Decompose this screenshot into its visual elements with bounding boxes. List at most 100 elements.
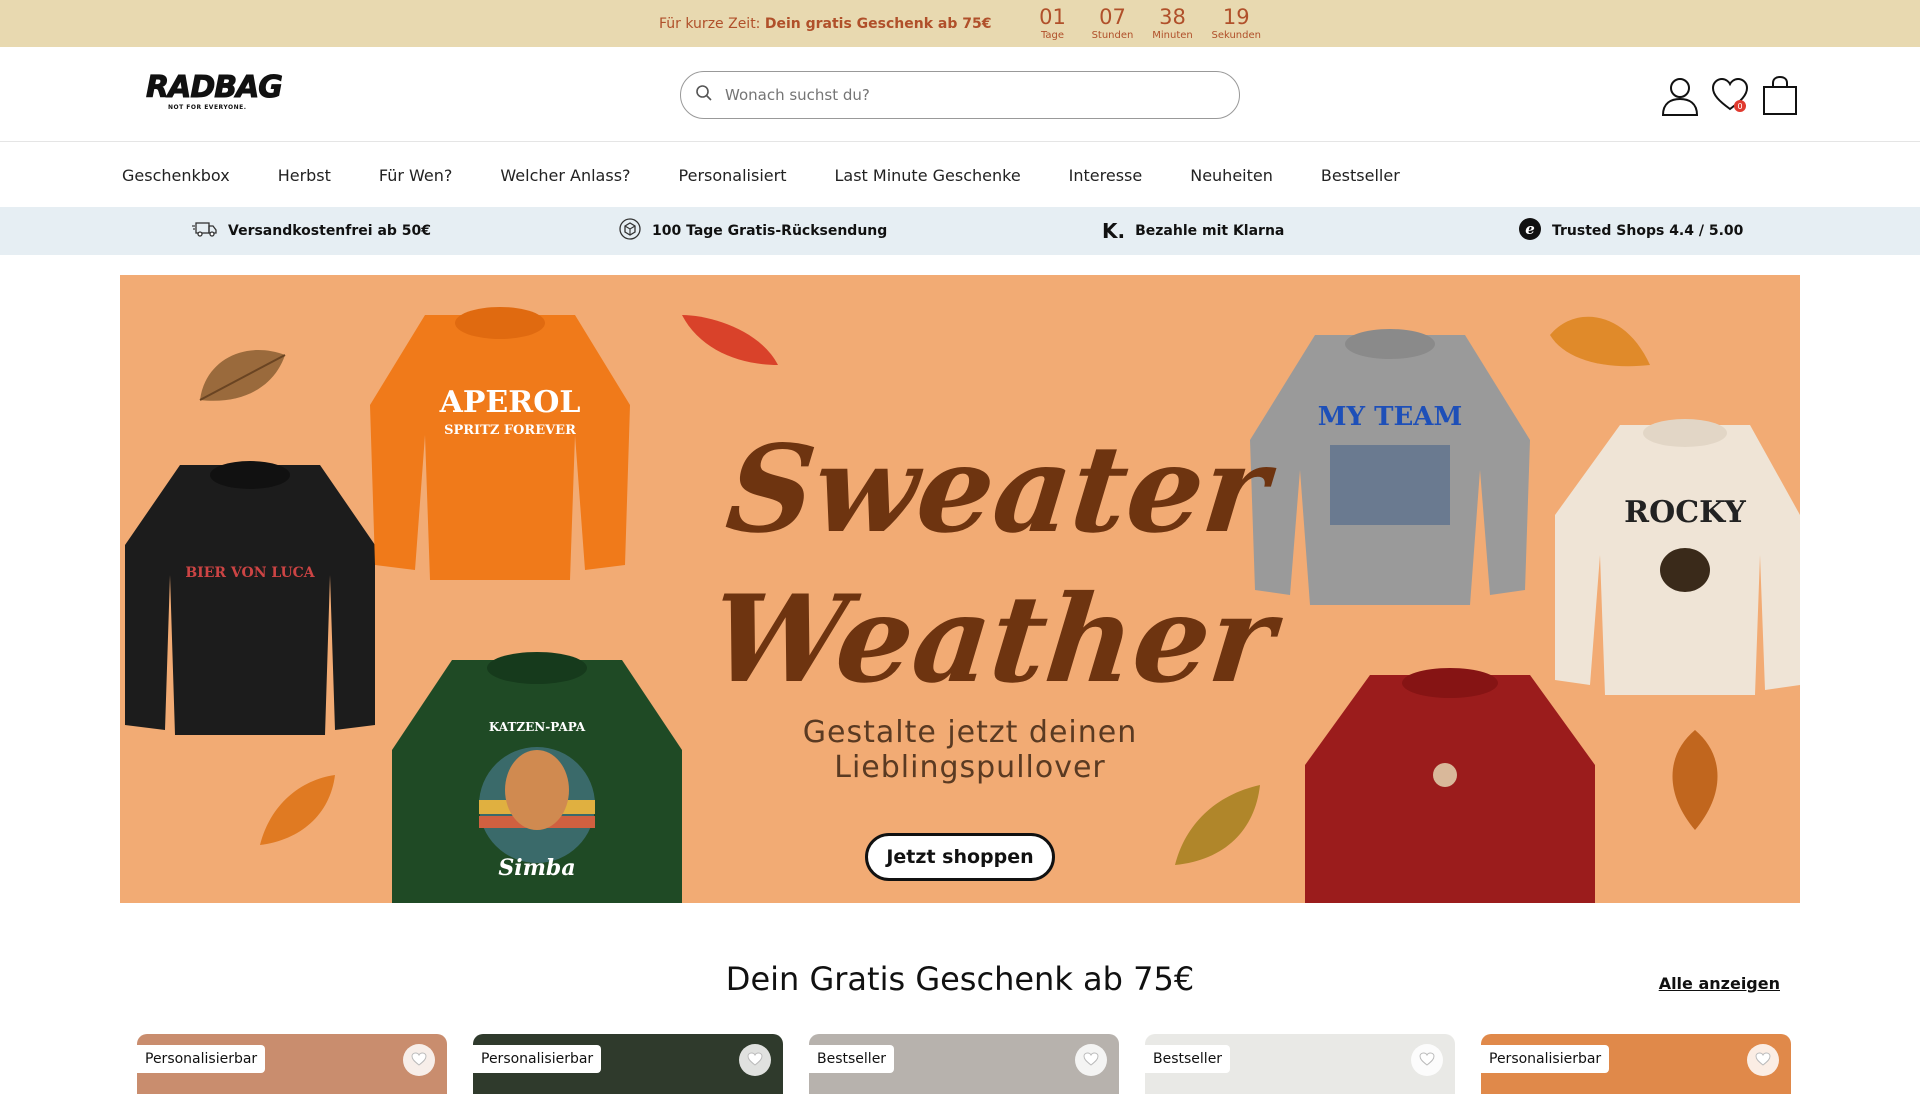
timer-label: Stunden [1091, 30, 1134, 41]
nav-item-herbst[interactable]: Herbst [278, 166, 331, 185]
wishlist-heart-button[interactable] [1411, 1044, 1443, 1076]
search-input[interactable] [725, 86, 1205, 104]
usp-trusted-shops: e Trusted Shops 4.4 / 5.00 [1518, 217, 1743, 245]
timer-label: Minuten [1152, 30, 1193, 41]
product-tag: Personalisierbar [1481, 1045, 1610, 1073]
svg-text:e: e [1525, 220, 1535, 238]
heart-icon [747, 1051, 763, 1070]
hero-title-line: Weather [704, 569, 1281, 710]
site-header: RADBAG NOT FOR EVERYONE. 0 [0, 47, 1920, 142]
nav-item-geschenkbox[interactable]: Geschenkbox [122, 166, 230, 185]
promo-bar: Für kurze Zeit: Dein gratis Geschenk ab … [0, 0, 1920, 47]
timer-days: 01 Tage [1031, 6, 1073, 41]
timer-value: 38 [1159, 5, 1186, 29]
user-icon[interactable] [1660, 75, 1700, 117]
search-icon [695, 84, 713, 106]
wishlist-heart-button[interactable] [1747, 1044, 1779, 1076]
sweater-black: BIER VON LUCA [120, 455, 380, 740]
sweater-subtext: Simba [498, 855, 576, 881]
sweater-green: KATZEN-PAPA Simba [382, 650, 692, 903]
promo-highlight: Dein gratis Geschenk ab 75€ [764, 15, 992, 32]
product-tag: Bestseller [1145, 1045, 1231, 1073]
usp-label: Versandkostenfrei ab 50€ [228, 223, 432, 239]
usp-shipping: Versandkostenfrei ab 50€ [192, 220, 431, 242]
product-card[interactable]: Personalisierbar [137, 1034, 447, 1094]
promo-prefix: Für kurze Zeit: [659, 15, 761, 32]
hero-title: Sweater Weather [704, 415, 1281, 715]
timer-hours: 07 Stunden [1091, 5, 1134, 41]
countdown-timer: 01 Tage 07 Stunden 38 Minuten 19 Sekunde… [1031, 6, 1261, 41]
leaf-decoration [1672, 730, 1718, 830]
timer-label: Sekunden [1211, 30, 1261, 41]
product-card[interactable]: Bestseller [809, 1034, 1119, 1094]
sweater-text: APEROL [439, 385, 581, 420]
nav-item-bestseller[interactable]: Bestseller [1321, 166, 1400, 185]
leaf-decoration [199, 350, 286, 401]
search-bar[interactable] [680, 71, 1240, 119]
nav-item-interesse[interactable]: Interesse [1069, 166, 1143, 185]
product-tag: Bestseller [809, 1045, 895, 1073]
header-actions: 0 [1660, 75, 1800, 117]
truck-icon [192, 220, 218, 242]
hero-banner[interactable]: BIER VON LUCA APEROL SPRITZ FOREVER KATZ… [120, 275, 1800, 903]
usp-klarna: K. Bezahle mit Klarna [1102, 219, 1284, 243]
leaf-decoration [1175, 785, 1260, 865]
sweater-cream: ROCKY [1550, 415, 1800, 695]
sweater-red [1300, 665, 1600, 903]
promo-text: Für kurze Zeit: Dein gratis Geschenk ab … [659, 16, 991, 32]
leaf-decoration [1550, 316, 1650, 367]
nav-item-neuheiten[interactable]: Neuheiten [1190, 166, 1273, 185]
timer-value: 19 [1222, 5, 1250, 29]
sweater-text: KATZEN-PAPA [488, 720, 586, 734]
usp-bar: Versandkostenfrei ab 50€ 100 Tage Gratis… [0, 207, 1920, 255]
heart-icon [411, 1051, 427, 1070]
logo-tagline: NOT FOR EVERYONE. [168, 104, 247, 111]
usp-returns: 100 Tage Gratis-Rücksendung [618, 217, 887, 245]
nav-item-personalisiert[interactable]: Personalisiert [679, 166, 787, 185]
heart-icon [1083, 1051, 1099, 1070]
klarna-icon: K. [1102, 219, 1126, 243]
product-tag: Personalisierbar [137, 1045, 266, 1073]
product-card[interactable]: Bestseller [1145, 1034, 1455, 1094]
timer-label: Tage [1040, 30, 1065, 41]
wishlist-heart-button[interactable] [739, 1044, 771, 1076]
leaf-decoration [682, 315, 778, 365]
return-box-icon [618, 217, 642, 245]
usp-label: Trusted Shops 4.4 / 5.00 [1552, 223, 1744, 239]
logo-text: RADBAG [146, 70, 284, 105]
usp-label: Bezahle mit Klarna [1135, 223, 1285, 239]
usp-label: 100 Tage Gratis-Rücksendung [652, 223, 888, 239]
hero-title-line: Sweater [720, 419, 1275, 560]
wishlist-heart-button[interactable] [403, 1044, 435, 1076]
heart-icon [1755, 1051, 1771, 1070]
nav-item-last-minute[interactable]: Last Minute Geschenke [834, 166, 1020, 185]
shop-now-button[interactable]: Jetzt shoppen [865, 833, 1055, 881]
sweater-text: ROCKY [1624, 495, 1746, 530]
timer-seconds: 19 Sekunden [1211, 6, 1261, 41]
product-tag: Personalisierbar [473, 1045, 602, 1073]
leaf-decoration [260, 775, 335, 845]
sweater-orange: APEROL SPRITZ FOREVER [365, 295, 635, 585]
timer-value: 07 [1099, 5, 1126, 29]
wishlist-count-badge: 0 [1734, 100, 1746, 112]
sweater-text: BIER VON LUCA [185, 565, 315, 581]
wishlist-button[interactable]: 0 [1710, 75, 1750, 117]
nav-item-anlass[interactable]: Welcher Anlass? [500, 166, 630, 185]
product-card-row: Personalisierbar Personalisierbar Bestse… [137, 1034, 1791, 1094]
shopping-bag-icon[interactable] [1760, 75, 1800, 117]
heart-icon [1419, 1051, 1435, 1070]
product-card[interactable]: Personalisierbar [1481, 1034, 1791, 1094]
trusted-shops-icon: e [1518, 217, 1542, 245]
product-card[interactable]: Personalisierbar [473, 1034, 783, 1094]
section-title: Dein Gratis Geschenk ab 75€ [725, 960, 1195, 998]
logo[interactable]: RADBAG NOT FOR EVERYONE. [146, 70, 284, 117]
wishlist-heart-button[interactable] [1075, 1044, 1107, 1076]
hero-subtitle: Gestalte jetzt deinen Lieblingspullover [802, 715, 1138, 785]
sweater-grey: MY TEAM [1245, 320, 1535, 610]
nav-item-fuer-wen[interactable]: Für Wen? [379, 166, 453, 185]
timer-value: 01 [1039, 5, 1066, 29]
main-navigation: Geschenkbox Herbst Für Wen? Welcher Anla… [0, 143, 1920, 207]
show-all-link[interactable]: Alle anzeigen [1659, 974, 1780, 993]
timer-minutes: 38 Minuten [1151, 6, 1193, 41]
sweater-subtext: SPRITZ FOREVER [444, 423, 576, 438]
